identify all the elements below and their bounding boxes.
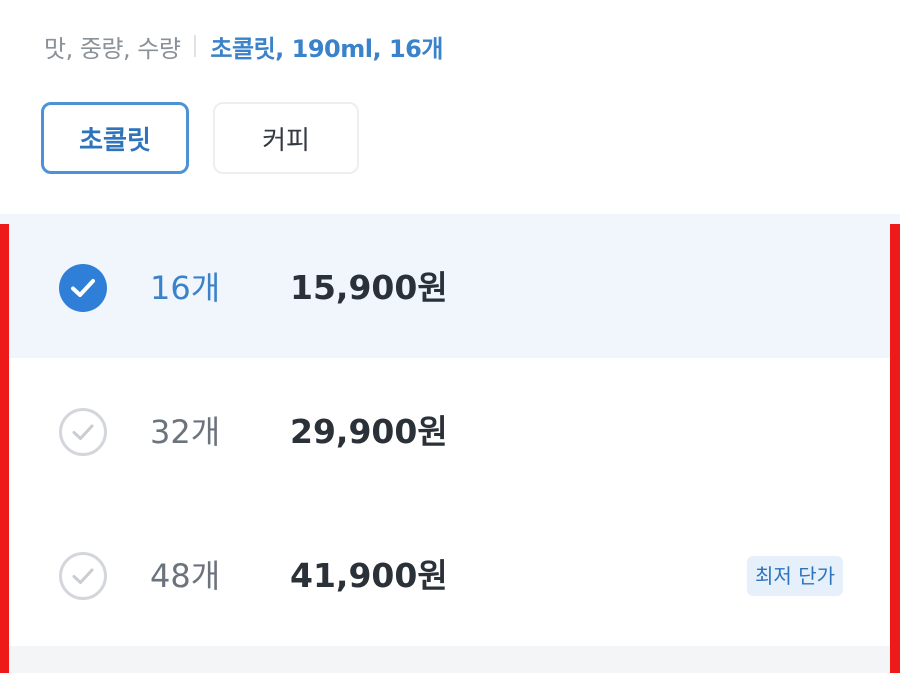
option-quantity: 16개 (150, 269, 221, 307)
quantity-option-48[interactable]: 48개 41,900원 최저 단가 (0, 502, 900, 646)
summary-label: 맛, 중량, 수량 (44, 34, 181, 63)
quantity-options-list: 16개 15,900원 32개 29,900원 48개 41,900원 최저 단… (0, 214, 900, 673)
next-section-edge (0, 646, 900, 673)
option-price: 15,900원 (290, 268, 448, 307)
summary-divider (194, 35, 197, 57)
highlight-bar-left (0, 224, 9, 673)
highlight-bar-right (890, 224, 900, 673)
option-price: 41,900원 (290, 556, 448, 595)
flavor-chip-chocolate[interactable]: 초콜릿 (41, 102, 189, 174)
check-circle-filled-icon (59, 264, 107, 312)
check-circle-outline-icon (59, 552, 107, 600)
option-price: 29,900원 (290, 412, 448, 451)
flavor-chip-coffee[interactable]: 커피 (213, 102, 359, 174)
selection-summary: 맛, 중량, 수량 초콜릿, 190ml, 16개 (44, 26, 443, 66)
option-quantity: 32개 (150, 413, 221, 451)
option-quantity: 48개 (150, 557, 221, 595)
flavor-chips: 초콜릿 커피 (41, 102, 359, 174)
check-circle-outline-icon (59, 408, 107, 456)
quantity-option-32[interactable]: 32개 29,900원 (0, 358, 900, 502)
option-selector-page: 맛, 중량, 수량 초콜릿, 190ml, 16개 초콜릿 커피 16개 15,… (0, 0, 900, 673)
quantity-option-16[interactable]: 16개 15,900원 (0, 214, 900, 358)
summary-value: 초콜릿, 190ml, 16개 (210, 34, 443, 63)
lowest-unit-price-badge: 최저 단가 (747, 556, 843, 596)
